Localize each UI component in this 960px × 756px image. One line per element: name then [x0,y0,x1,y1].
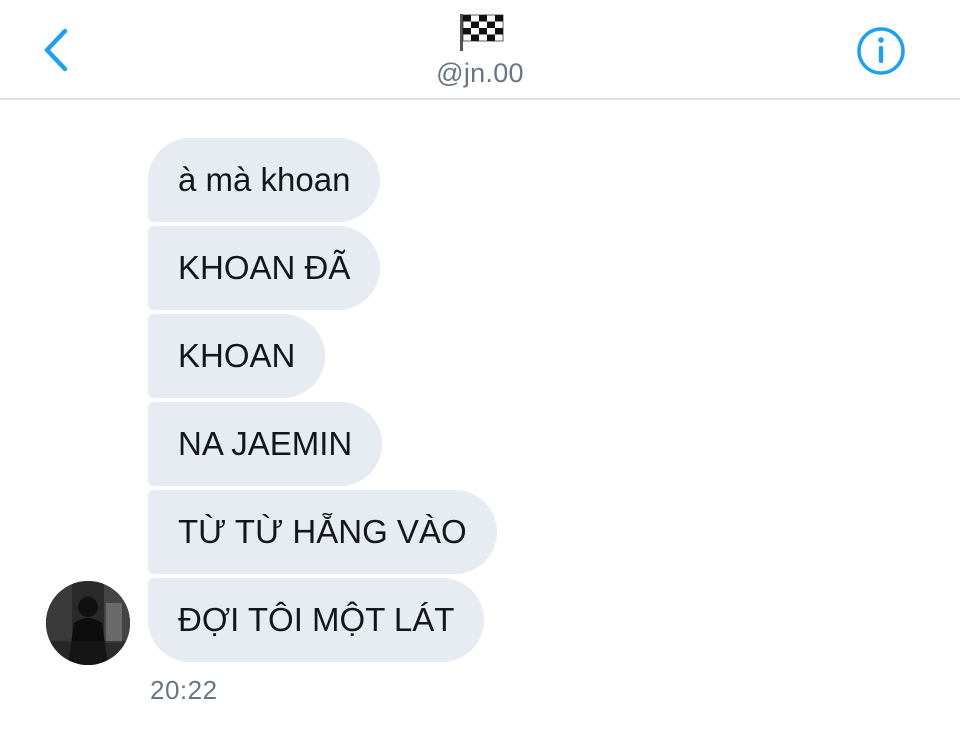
conversation-title[interactable]: @jn.00 [380,12,580,89]
conversation-header: @jn.00 [0,0,960,100]
message-bubble[interactable]: à mà khoan [148,138,381,222]
message-bubble[interactable]: KHOAN ĐÃ [148,226,381,310]
info-circle-icon [857,27,905,75]
message-row: à mà khoan [148,138,848,226]
chequered-flag-icon [460,14,504,51]
back-button[interactable] [34,24,78,76]
message-bubble[interactable]: NA JAEMIN [148,402,383,486]
message-list: à mà khoan KHOAN ĐÃ KHOAN NA JAEMIN TỪ T… [148,138,848,666]
message-row: ĐỢI TÔI MỘT LÁT [148,578,848,666]
chevron-left-icon [44,28,68,72]
message-bubble[interactable]: ĐỢI TÔI MỘT LÁT [148,578,485,662]
message-bubble[interactable]: TỪ TỪ HẴNG VÀO [148,490,497,574]
message-row: KHOAN [148,314,848,402]
message-timestamp: 20:22 [150,675,218,705]
dm-conversation-screen: @jn.00 à mà khoan KHOAN ĐÃ KHOAN NA JAEM… [0,0,960,756]
message-bubble[interactable]: KHOAN [148,314,326,398]
user-handle: @jn.00 [436,58,524,88]
avatar-photo [46,581,130,665]
info-button[interactable] [854,24,908,78]
message-row: KHOAN ĐÃ [148,226,848,314]
message-row: NA JAEMIN [148,402,848,490]
message-row: TỪ TỪ HẴNG VÀO [148,490,848,578]
avatar[interactable] [46,581,130,665]
